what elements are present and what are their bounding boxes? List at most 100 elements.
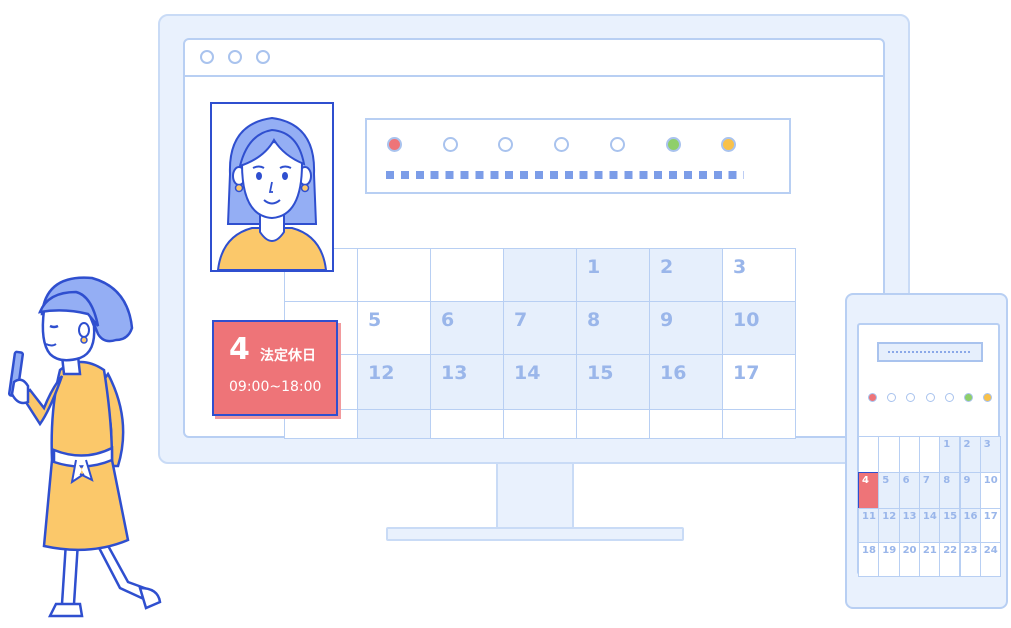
phone-calendar-cell[interactable]: 8: [939, 472, 961, 509]
phone-calendar-cell[interactable]: [918, 436, 941, 473]
calendar-cell[interactable]: [649, 409, 723, 439]
calendar-day-number: 8: [587, 309, 601, 331]
calendar-cell[interactable]: 12: [357, 354, 431, 410]
monitor-neck: [496, 464, 574, 528]
phone-calendar-day-number: 5: [882, 475, 890, 486]
profile-photo: [210, 102, 334, 272]
window-maximize-dot-icon: [256, 50, 270, 64]
calendar-cell[interactable]: 6: [430, 301, 504, 355]
calendar-day-number: 3: [733, 256, 747, 278]
calendar-cell[interactable]: [357, 248, 431, 302]
phone-calendar-cell[interactable]: 21: [918, 542, 941, 577]
phone-calendar-day-number: 3: [983, 439, 991, 450]
phone-calendar-cell[interactable]: 11: [858, 508, 880, 543]
phone-calendar-day-number: 10: [983, 475, 998, 486]
calendar-cell[interactable]: 8: [576, 301, 650, 355]
phone-calendar-day-number: 7: [922, 475, 930, 486]
phone-calendar-day-number: 20: [902, 545, 917, 556]
phone-calendar-day-number: 24: [983, 545, 998, 556]
phone-calendar-cell[interactable]: 10: [979, 472, 1002, 509]
event-day-number: 4: [229, 332, 250, 367]
phone-calendar-day-number: 18: [862, 545, 876, 556]
calendar-cell[interactable]: 17: [722, 354, 796, 410]
phone-calendar-cell[interactable]: 23: [959, 542, 981, 577]
calendar-cell[interactable]: 10: [722, 301, 796, 355]
phone-calendar-cell[interactable]: 24: [979, 542, 1002, 577]
phone-calendar-cell[interactable]: 5: [878, 472, 900, 509]
phone-calendar-day-number: 14: [922, 511, 937, 522]
phone-calendar-day-number: 19: [882, 545, 897, 556]
phone-calendar-cell[interactable]: 6: [898, 472, 920, 509]
calendar-cell[interactable]: 1: [576, 248, 650, 302]
calendar-cell[interactable]: 15: [576, 354, 650, 410]
phone-calendar-cell[interactable]: 19: [878, 542, 900, 577]
phone-calendar-cell[interactable]: 13: [898, 508, 920, 543]
status-dot-empty-icon: [554, 137, 570, 152]
status-dot-empty-icon: [442, 137, 458, 152]
calendar-cell[interactable]: 5: [357, 301, 431, 355]
calendar-cell[interactable]: 13: [430, 354, 504, 410]
phone-calendar-day-number: 13: [902, 511, 917, 522]
calendar-cell[interactable]: 7: [503, 301, 577, 355]
calendar-cell[interactable]: [503, 409, 577, 439]
event-title: 法定休日: [260, 348, 316, 364]
woman-portrait-icon: [216, 116, 328, 270]
calendar-cell[interactable]: 9: [649, 301, 723, 355]
phone-calendar-cell[interactable]: 20: [898, 542, 920, 577]
calendar-day-number: 14: [514, 362, 541, 384]
phone-calendar-cell[interactable]: 17: [979, 508, 1002, 543]
calendar-cell[interactable]: [503, 248, 577, 302]
phone-calendar-cell[interactable]: 2: [959, 436, 981, 473]
window-close-dot-icon: [200, 50, 214, 64]
status-panel: [365, 118, 791, 194]
status-dot-red-icon: [387, 137, 402, 152]
phone-calendar-cell[interactable]: 1: [939, 436, 961, 473]
phone-calendar-day-number: 6: [902, 475, 910, 486]
phone-status-dot-empty-icon: [925, 393, 935, 402]
calendar-day-number: 9: [660, 309, 674, 331]
calendar-cell[interactable]: [430, 248, 504, 302]
phone-calendar-day-number: 23: [963, 545, 978, 556]
phone-calendar-cell[interactable]: 14: [918, 508, 941, 543]
calendar-cell[interactable]: [430, 409, 504, 439]
monitor-stand: [386, 527, 684, 541]
phone-calendar-cell[interactable]: 18: [858, 542, 880, 577]
status-dot-green-icon: [665, 137, 681, 152]
calendar-cell[interactable]: 14: [503, 354, 577, 410]
phone-calendar-cell[interactable]: [878, 436, 900, 473]
phone-calendar-day-number: 8: [943, 475, 951, 486]
phone-calendar-day-number: 4: [862, 475, 869, 486]
calendar-day-number: 7: [514, 309, 528, 331]
phone-calendar-day-number: 16: [963, 511, 978, 522]
calendar-cell[interactable]: [576, 409, 650, 439]
calendar-cell[interactable]: 16: [649, 354, 723, 410]
phone-calendar-cell[interactable]: 3: [979, 436, 1002, 473]
phone-calendar-cell[interactable]: 4: [858, 472, 880, 509]
calendar-day-number: 2: [660, 256, 674, 278]
calendar-day-number: 12: [368, 362, 395, 384]
phone-calendar-day-number: 22: [943, 545, 958, 556]
calendar-day-number: 1: [587, 256, 601, 278]
phone-calendar-cell[interactable]: 15: [939, 508, 961, 543]
phone-calendar-day-number: 9: [963, 475, 971, 486]
phone-calendar-cell[interactable]: [858, 436, 880, 473]
calendar-day-number: 13: [441, 362, 468, 384]
phone-calendar-cell[interactable]: 9: [959, 472, 981, 509]
status-dot-empty-icon: [609, 137, 625, 152]
calendar-cell[interactable]: [357, 409, 431, 439]
event-time: 09:00~18:00: [229, 379, 322, 395]
phone-calendar-cell[interactable]: [898, 436, 920, 473]
phone-calendar-cell[interactable]: 22: [939, 542, 961, 577]
phone-calendar-day-number: 1: [943, 439, 951, 450]
status-progress-dashes: [386, 171, 744, 179]
phone-calendar-cell[interactable]: 7: [918, 472, 941, 509]
phone-calendar-day-number: 2: [963, 439, 971, 450]
calendar-day-number: 5: [368, 309, 382, 331]
phone-calendar-cell[interactable]: 16: [959, 508, 981, 543]
calendar-cell[interactable]: 2: [649, 248, 723, 302]
phone-calendar-cell[interactable]: 12: [878, 508, 900, 543]
phone-calendar-day-number: 21: [922, 545, 937, 556]
calendar-cell[interactable]: 3: [722, 248, 796, 302]
illustration-stage: 1 2 3 5 6 7 8 9 10 12 13 14 15 16 17 4 法…: [0, 0, 1011, 628]
calendar-cell[interactable]: [722, 409, 796, 439]
